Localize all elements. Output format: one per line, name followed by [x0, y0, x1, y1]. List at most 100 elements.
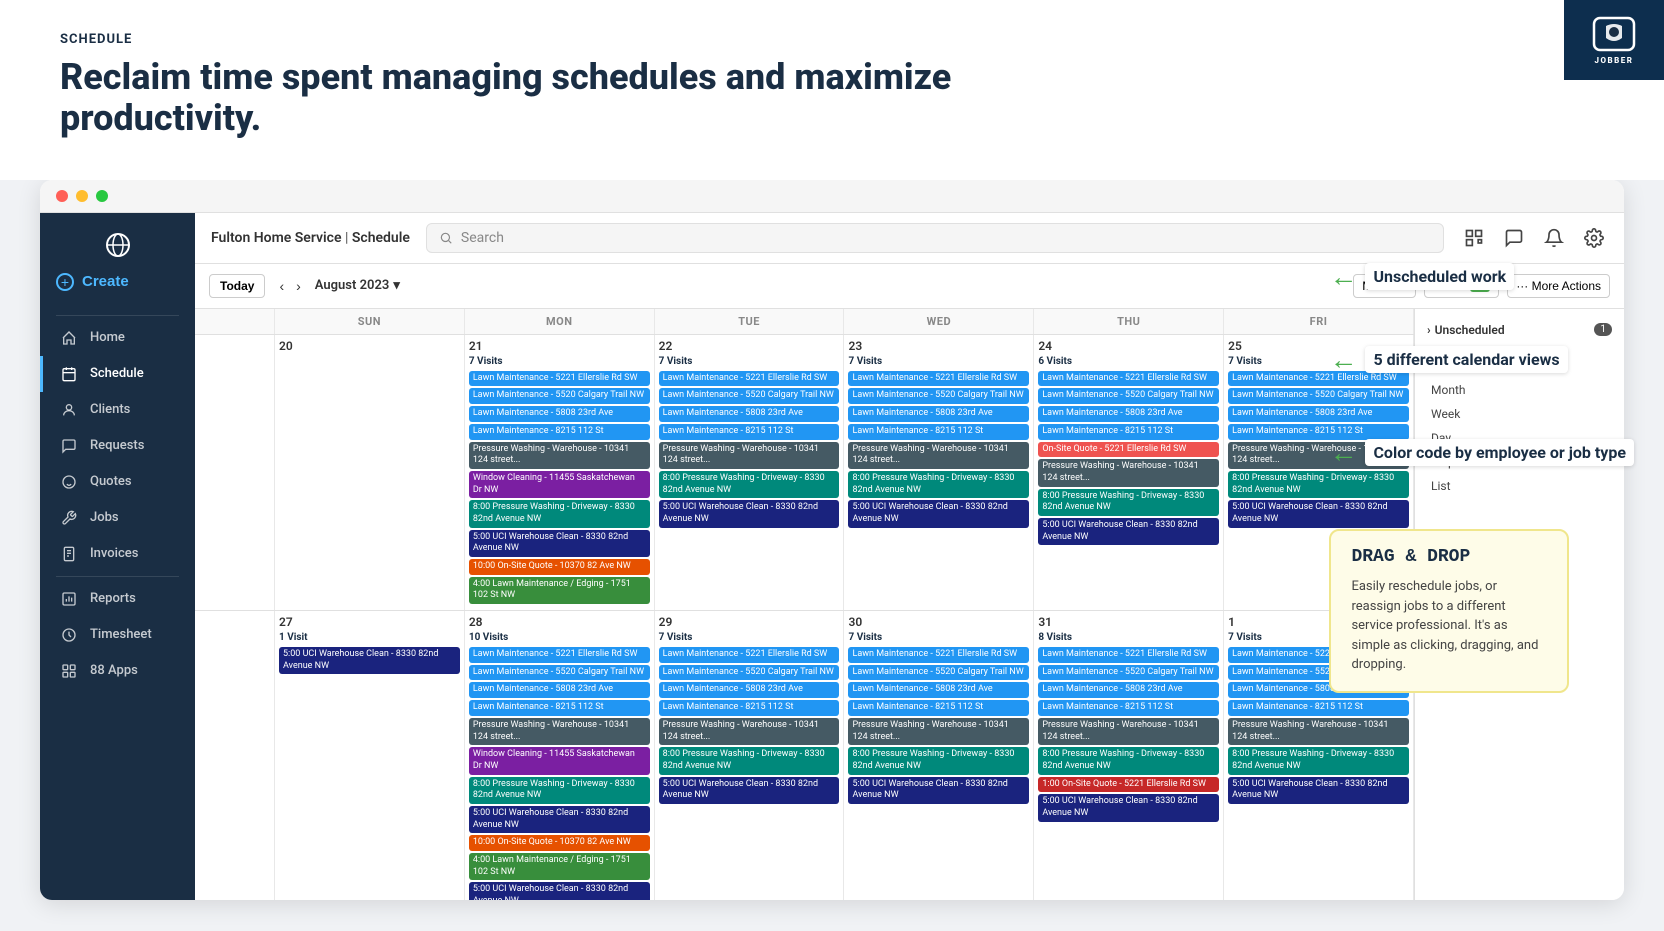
- calendar-rows: 20 21 7 Visits Lawn Maintenance - 5221 E…: [195, 335, 1414, 900]
- calendar-cell-21[interactable]: 21 7 Visits Lawn Maintenance - 5221 Elle…: [465, 335, 655, 610]
- list-item: 5:00 UCI Warehouse Clean - 8330 82nd Ave…: [469, 806, 650, 833]
- maximize-dot[interactable]: [96, 190, 108, 202]
- sidebar-item-timesheet[interactable]: Timesheet: [40, 617, 195, 653]
- date-number: 22: [659, 339, 840, 353]
- message-icon[interactable]: [1500, 224, 1528, 252]
- sidebar-item-jobs[interactable]: Jobs: [40, 500, 195, 536]
- sidebar-item-requests[interactable]: Requests: [40, 428, 195, 464]
- list-item: 5:00 UCI Warehouse Clean - 8330 82nd Ave…: [469, 530, 650, 557]
- settings-icon[interactable]: [1580, 224, 1608, 252]
- create-button[interactable]: + Create: [56, 269, 179, 295]
- date-number: 23: [848, 339, 1029, 353]
- sidebar-item-clients[interactable]: Clients: [40, 392, 195, 428]
- list-item: Lawn Maintenance - 8215 112 St: [848, 700, 1029, 716]
- search-bar[interactable]: Search: [426, 223, 1444, 253]
- clients-icon: [60, 402, 78, 418]
- list-item: Lawn Maintenance - 5221 Ellerslie Rd SW: [1228, 647, 1409, 663]
- list-item: 5:00 UCI Warehouse Clean - 8330 82nd Ave…: [848, 777, 1029, 804]
- list-item: Lawn Maintenance - 5221 Ellerslie Rd SW: [659, 647, 840, 663]
- list-item: 8:00 Pressure Washing - Driveway - 8330 …: [659, 747, 840, 774]
- prev-arrow[interactable]: ‹: [275, 276, 288, 296]
- list-item: Lawn Maintenance - 5808 23rd Ave: [1038, 682, 1219, 698]
- list-item: Window Cleaning - 11455 Saskatchewan Dr …: [469, 471, 650, 498]
- home-icon: [60, 330, 78, 346]
- view-option-list[interactable]: List: [1423, 474, 1616, 498]
- calendar-cell-28[interactable]: 28 10 Visits Lawn Maintenance - 5221 Ell…: [465, 611, 655, 900]
- bell-icon[interactable]: [1540, 224, 1568, 252]
- date-number: 21: [469, 339, 650, 353]
- list-item: Pressure Washing - Warehouse - 10341 124…: [1038, 459, 1219, 486]
- calendar-toolbar: Today ‹ › August 2023 ▾ Month ▾: [195, 264, 1624, 309]
- sidebar: + Create Home Schedule: [40, 213, 195, 900]
- schedule-icon: [60, 366, 78, 382]
- chevron-down-icon: ▾: [393, 278, 400, 293]
- sidebar-item-reports[interactable]: Reports: [40, 581, 195, 617]
- calendar-cell-27[interactable]: 27 1 Visit 5:00 UCI Warehouse Clean - 83…: [275, 611, 465, 900]
- calendar-header: SUN MON TUE WED THU FRI: [195, 309, 1414, 335]
- list-item: 5:00 UCI Warehouse Clean - 8330 82nd Ave…: [1228, 777, 1409, 804]
- close-dot[interactable]: [56, 190, 68, 202]
- top-bar-icons: [1460, 224, 1608, 252]
- home-label: Home: [90, 330, 125, 345]
- qr-icon[interactable]: [1460, 224, 1488, 252]
- calendar-cell-23[interactable]: 23 7 Visits Lawn Maintenance - 5221 Elle…: [844, 335, 1034, 610]
- filters-button[interactable]: Filters On: [1424, 274, 1500, 298]
- month-dropdown[interactable]: Month ▾: [1353, 274, 1416, 298]
- calendar-cell-20[interactable]: 20: [275, 335, 465, 610]
- visit-count: 7 Visits: [848, 632, 1029, 643]
- minimize-dot[interactable]: [76, 190, 88, 202]
- calendar-cell-30[interactable]: 30 7 Visits Lawn Maintenance - 5221 Elle…: [844, 611, 1034, 900]
- invoices-icon: [60, 546, 78, 562]
- list-item: Pressure Washing - Warehouse - 10341 124…: [1228, 718, 1409, 745]
- sidebar-item-invoices[interactable]: Invoices: [40, 536, 195, 572]
- view-option-map[interactable]: Map: [1423, 450, 1616, 474]
- sidebar-item-schedule[interactable]: Schedule: [40, 356, 195, 392]
- list-item: 8:00 Pressure Washing - Driveway - 8330 …: [1228, 747, 1409, 774]
- today-button[interactable]: Today: [209, 274, 265, 298]
- view-option-week[interactable]: Week: [1423, 402, 1616, 426]
- visit-count: 6 Visits: [1038, 356, 1219, 367]
- list-item: Lawn Maintenance - 5221 Ellerslie Rd SW: [848, 647, 1029, 663]
- next-arrow[interactable]: ›: [292, 276, 305, 296]
- date-number: 30: [848, 615, 1029, 629]
- view-option-day[interactable]: Day: [1423, 426, 1616, 450]
- calendar-cell-29[interactable]: 29 7 Visits Lawn Maintenance - 5221 Elle…: [655, 611, 845, 900]
- sidebar-item-apps[interactable]: 88 Apps: [40, 653, 195, 689]
- browser-toolbar: [40, 180, 1624, 213]
- list-item: Window Cleaning - 11455 Saskatchewan Dr …: [469, 747, 650, 774]
- week-num: [195, 611, 275, 900]
- chevron-down-icon-month: ▾: [1401, 279, 1407, 293]
- company-name: Fulton Home Service | Schedule: [211, 230, 410, 246]
- week-num: [195, 335, 275, 610]
- list-item: Pressure Washing - Warehouse - 10341 124…: [659, 718, 840, 745]
- week-col-header: [195, 309, 275, 334]
- clients-label: Clients: [90, 402, 130, 417]
- view-option-month[interactable]: Month: [1423, 378, 1616, 402]
- calendar-grid: SUN MON TUE WED THU FRI: [195, 309, 1414, 900]
- sidebar-item-quotes[interactable]: Quotes: [40, 464, 195, 500]
- list-item: Lawn Maintenance - 8215 112 St: [1038, 700, 1219, 716]
- list-item: Lawn Maintenance - 8215 112 St: [659, 700, 840, 716]
- list-item: Lawn Maintenance - 5221 Ellerslie Rd SW: [1228, 371, 1409, 387]
- calendar-cell-1-sep[interactable]: 1 7 Visits Lawn Maintenance - 5221 Eller…: [1224, 611, 1414, 900]
- logo-text: JOBBER: [1595, 56, 1634, 65]
- more-actions-button[interactable]: ··· More Actions: [1507, 274, 1610, 298]
- calendar-cell-24[interactable]: 24 6 Visits Lawn Maintenance - 5221 Elle…: [1034, 335, 1224, 610]
- invoices-label: Invoices: [90, 546, 138, 561]
- date-number: 24: [1038, 339, 1219, 353]
- date-number: 29: [659, 615, 840, 629]
- list-item: 8:00 Pressure Washing - Driveway - 8330 …: [469, 777, 650, 804]
- apps-label: 88 Apps: [90, 663, 138, 678]
- sidebar-item-home[interactable]: Home: [40, 320, 195, 356]
- list-item: Lawn Maintenance - 5808 23rd Ave: [1228, 406, 1409, 422]
- calendar-cell-31[interactable]: 31 8 Visits Lawn Maintenance - 5221 Elle…: [1034, 611, 1224, 900]
- unscheduled-tag: = 5221 Ellerslie Rd SW: [1423, 349, 1550, 370]
- list-item: Lawn Maintenance - 5808 23rd Ave: [848, 682, 1029, 698]
- day-header-sun: SUN: [275, 309, 465, 334]
- list-item: 8:00 Pressure Washing - Driveway - 8330 …: [1038, 489, 1219, 516]
- date-number: 31: [1038, 615, 1219, 629]
- calendar-cell-22[interactable]: 22 7 Visits Lawn Maintenance - 5221 Elle…: [655, 335, 845, 610]
- calendar-cell-25[interactable]: 25 7 Visits Lawn Maintenance - 5221 Elle…: [1224, 335, 1414, 610]
- unscheduled-toggle[interactable]: › Unscheduled 1: [1423, 317, 1616, 343]
- list-item: 8:00 Pressure Washing - Driveway - 8330 …: [848, 471, 1029, 498]
